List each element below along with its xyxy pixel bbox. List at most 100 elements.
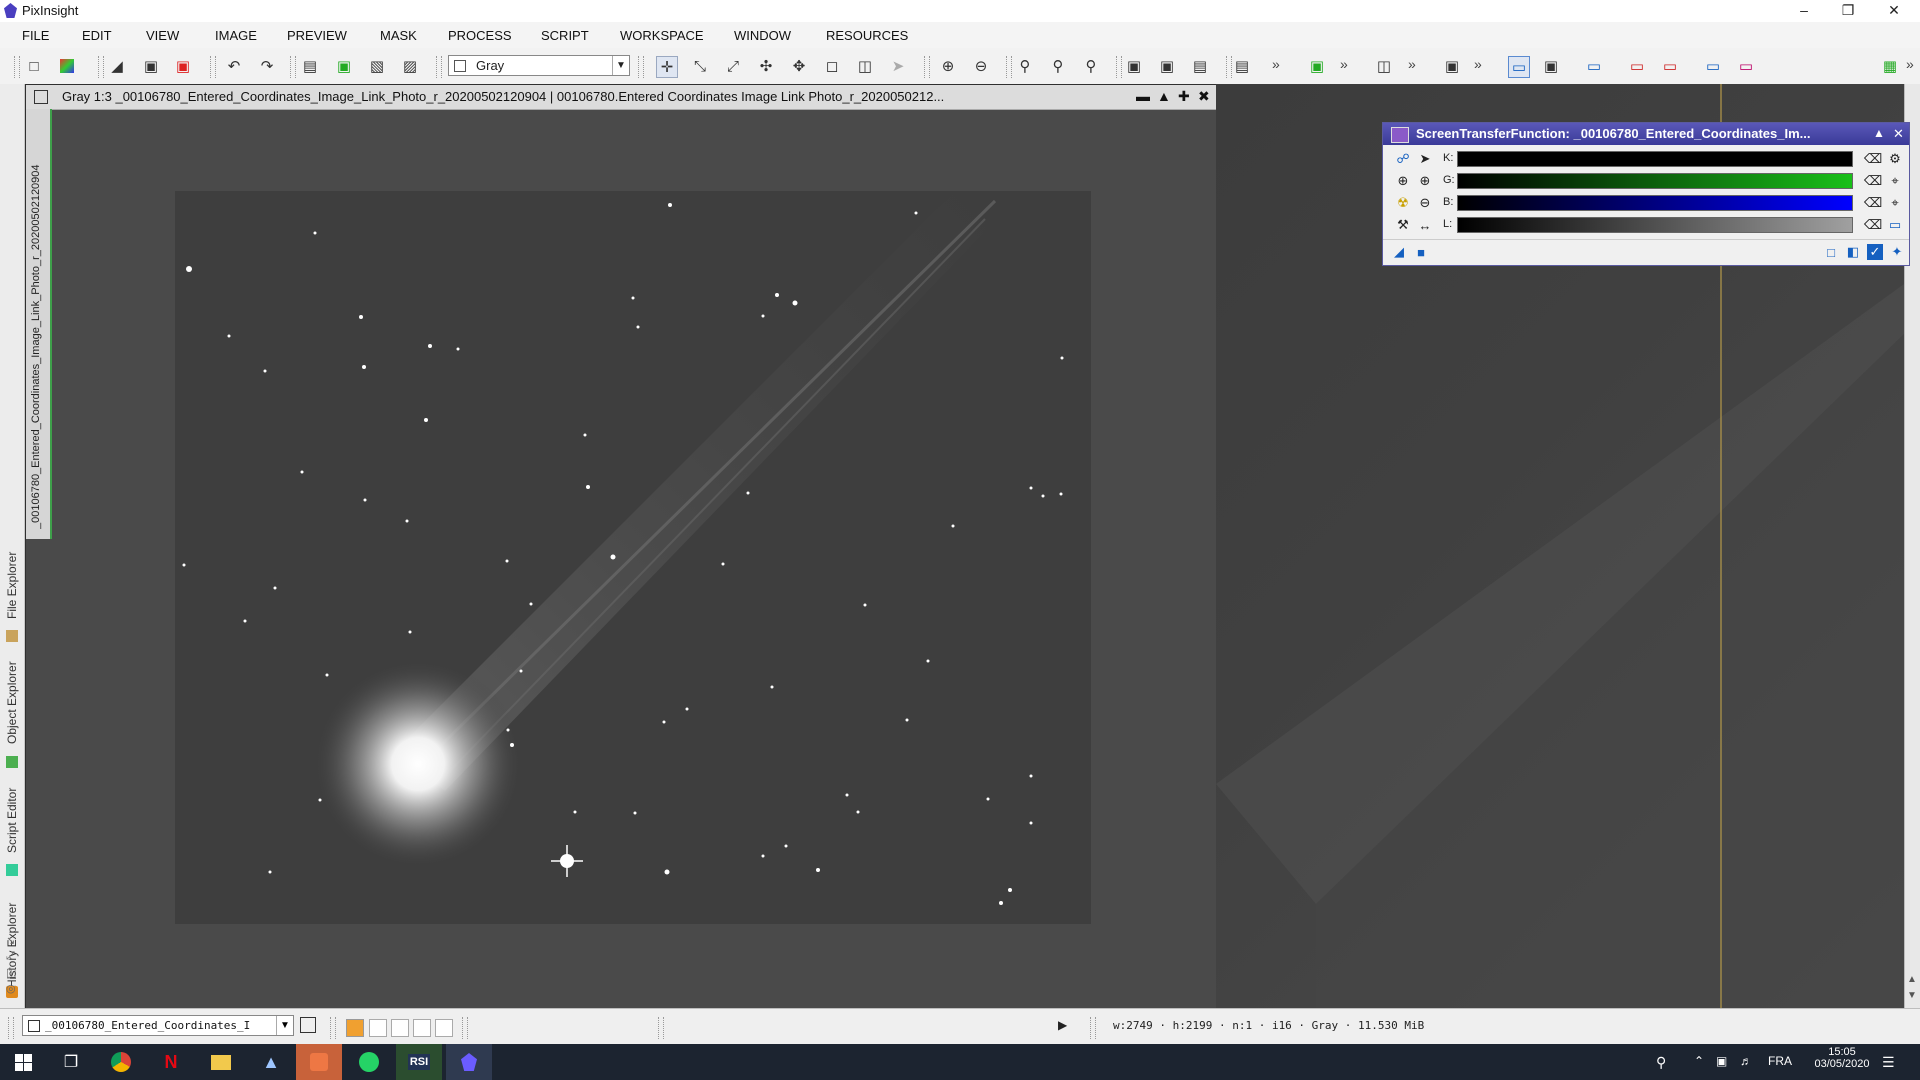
menu-edit[interactable]: EDIT	[82, 28, 112, 43]
reset-icon[interactable]: ✦	[1889, 244, 1905, 260]
menu-file[interactable]: FILE	[22, 28, 49, 43]
zoom-fit-icon[interactable]: ⚲	[1048, 56, 1068, 76]
network-icon[interactable]: ▣	[1716, 1054, 1727, 1068]
dock-float-icon[interactable]: ◫	[6, 966, 16, 979]
minimize-button[interactable]: –	[1782, 0, 1826, 22]
menu-process[interactable]: PROCESS	[448, 28, 512, 43]
mask-invert-icon[interactable]: ▧	[367, 56, 387, 76]
view-selector[interactable]: Gray ▼	[448, 55, 630, 76]
pixinsight-taskbar-icon[interactable]	[446, 1044, 492, 1080]
toolbar-grip[interactable]	[436, 56, 442, 78]
menu-preview[interactable]: PREVIEW	[287, 28, 347, 43]
statusbar-grip[interactable]	[8, 1017, 14, 1039]
channel-swatch[interactable]	[369, 1019, 387, 1037]
toolbar-grip[interactable]	[290, 56, 296, 78]
mask-color-icon[interactable]	[346, 1019, 364, 1037]
mask-remove-icon[interactable]: ▨	[400, 56, 420, 76]
statusbar-grip[interactable]	[658, 1017, 664, 1039]
file-explorer-icon[interactable]	[198, 1044, 244, 1080]
zoom-in-icon[interactable]: ⊕	[938, 56, 958, 76]
app-icon[interactable]: ▲	[248, 1044, 294, 1080]
stf-close-icon[interactable]: ✕	[1893, 126, 1904, 142]
stf-link-icon[interactable]: ▭	[1736, 56, 1756, 76]
dock-arrow-icon[interactable]: ↘	[6, 934, 15, 947]
reset-channel-icon[interactable]: ⌫	[1864, 151, 1882, 167]
crosshair-icon[interactable]: ⌖	[1887, 173, 1903, 189]
browse-doc-icon[interactable]: □	[1823, 244, 1839, 260]
mask-show-icon[interactable]: ▣	[334, 56, 354, 76]
image-maximize-icon[interactable]: ✚	[1178, 88, 1190, 105]
preview-mode-icon[interactable]: ◻	[822, 56, 842, 76]
toolbar-overflow-icon[interactable]: »	[1408, 56, 1416, 72]
menu-view[interactable]: VIEW	[146, 28, 179, 43]
tab-object-explorer[interactable]: Object Explorer	[2, 654, 22, 752]
screen-transfer-function-window[interactable]: ScreenTransferFunction: _00106780_Entere…	[1382, 122, 1910, 266]
play-icon[interactable]: ▶	[1058, 1018, 1067, 1032]
color-image-icon[interactable]	[57, 56, 77, 76]
chevron-down-icon[interactable]: ▼	[612, 56, 629, 75]
apply-check-icon[interactable]: ✓	[1867, 244, 1883, 260]
channel-k-bar[interactable]	[1457, 151, 1853, 167]
scroll-up-icon[interactable]: ▲	[1907, 974, 1917, 985]
people-icon[interactable]: ⚲	[1656, 1054, 1666, 1071]
auto-stretch-icon[interactable]: ☢	[1395, 195, 1411, 211]
chevron-up-icon[interactable]: ⌃	[1694, 1054, 1704, 1068]
stf-24bit-icon[interactable]: ▣	[1541, 56, 1561, 76]
center-mode-icon[interactable]: ✣	[756, 56, 776, 76]
edit-preview-icon[interactable]: ◫	[855, 56, 875, 76]
layout-icon[interactable]: ◫	[1374, 56, 1394, 76]
zoom-icon[interactable]: ⊕	[1395, 173, 1411, 189]
tab-script-editor[interactable]: Script Editor	[2, 774, 22, 866]
undo-icon[interactable]: ↶	[224, 56, 244, 76]
crosshair-icon[interactable]: ⌖	[1887, 195, 1903, 211]
scroll-down-icon[interactable]: ▼	[1907, 990, 1917, 1001]
zoom-1-1-icon[interactable]: ⚲	[1015, 56, 1035, 76]
statusbar-grip[interactable]	[462, 1017, 468, 1039]
workspace-icon[interactable]: ▤	[1232, 56, 1252, 76]
channel-g-bar[interactable]	[1457, 173, 1853, 189]
tab-file-explorer[interactable]: File Explorer	[2, 544, 22, 626]
toolbar-grip[interactable]	[924, 56, 930, 78]
monitor-icon[interactable]: ▭	[1887, 217, 1903, 233]
menu-window[interactable]: WINDOW	[734, 28, 791, 43]
view-id-strip[interactable]: _00106780_Entered_Coordinates_Image_Link…	[26, 109, 52, 539]
image-close-icon[interactable]: ✖	[1198, 88, 1210, 105]
stf-clear-icon[interactable]: ▭	[1660, 56, 1680, 76]
statusbar-grip[interactable]	[330, 1017, 336, 1039]
grid-icon[interactable]: ▦	[1880, 56, 1900, 76]
toolbar-grip[interactable]	[98, 56, 104, 78]
stf-shade-icon[interactable]: ▲	[1873, 126, 1885, 140]
toolbar-grip[interactable]	[14, 56, 20, 78]
toolbar-overflow-icon[interactable]: »	[1340, 56, 1348, 72]
select-mode-icon[interactable]: ➤	[888, 56, 908, 76]
clock[interactable]: 15:05 03/05/2020	[1814, 1046, 1870, 1070]
zoom-out-icon[interactable]: ⊖	[1417, 195, 1433, 211]
task-view-icon[interactable]: ❐	[48, 1044, 94, 1080]
script-icon[interactable]: ◧	[1845, 244, 1861, 260]
badge-app-icon[interactable]	[296, 1044, 342, 1080]
reset-channel-icon[interactable]: ⌫	[1864, 195, 1882, 211]
rotate-view-icon[interactable]: ▤	[1190, 56, 1210, 76]
zoom-out-icon[interactable]: ⊖	[971, 56, 991, 76]
pan-mode-icon[interactable]: ⤢	[723, 56, 743, 76]
close-image-icon[interactable]: ▣	[173, 56, 193, 76]
menu-mask[interactable]: MASK	[380, 28, 417, 43]
fit-view-icon[interactable]: ▣	[1157, 56, 1177, 76]
channel-swatch[interactable]	[413, 1019, 431, 1037]
wrench-icon[interactable]: ⚒	[1395, 217, 1411, 233]
windows-start-icon[interactable]	[0, 1044, 46, 1080]
stf-titlebar[interactable]: ScreenTransferFunction: _00106780_Entere…	[1383, 123, 1909, 145]
toolbar-overflow-icon[interactable]: »	[1272, 56, 1280, 72]
move-mode-icon[interactable]: ✥	[789, 56, 809, 76]
pointer-icon[interactable]: ➤	[1417, 151, 1433, 167]
open-icon[interactable]: ◢	[107, 56, 127, 76]
rsi-app-icon[interactable]: RSI	[396, 1044, 442, 1080]
netflix-icon[interactable]: N	[148, 1044, 194, 1080]
redo-icon[interactable]: ↷	[257, 56, 277, 76]
save-icon[interactable]: ▣	[141, 56, 161, 76]
channel-b-bar[interactable]	[1457, 195, 1853, 211]
notifications-icon[interactable]: ☰	[1882, 1054, 1895, 1071]
stf-reset-icon[interactable]: ▭	[1627, 56, 1647, 76]
fit-window-icon[interactable]: ▣	[1124, 56, 1144, 76]
dock-expand-icon[interactable]: ⤢	[6, 950, 15, 963]
